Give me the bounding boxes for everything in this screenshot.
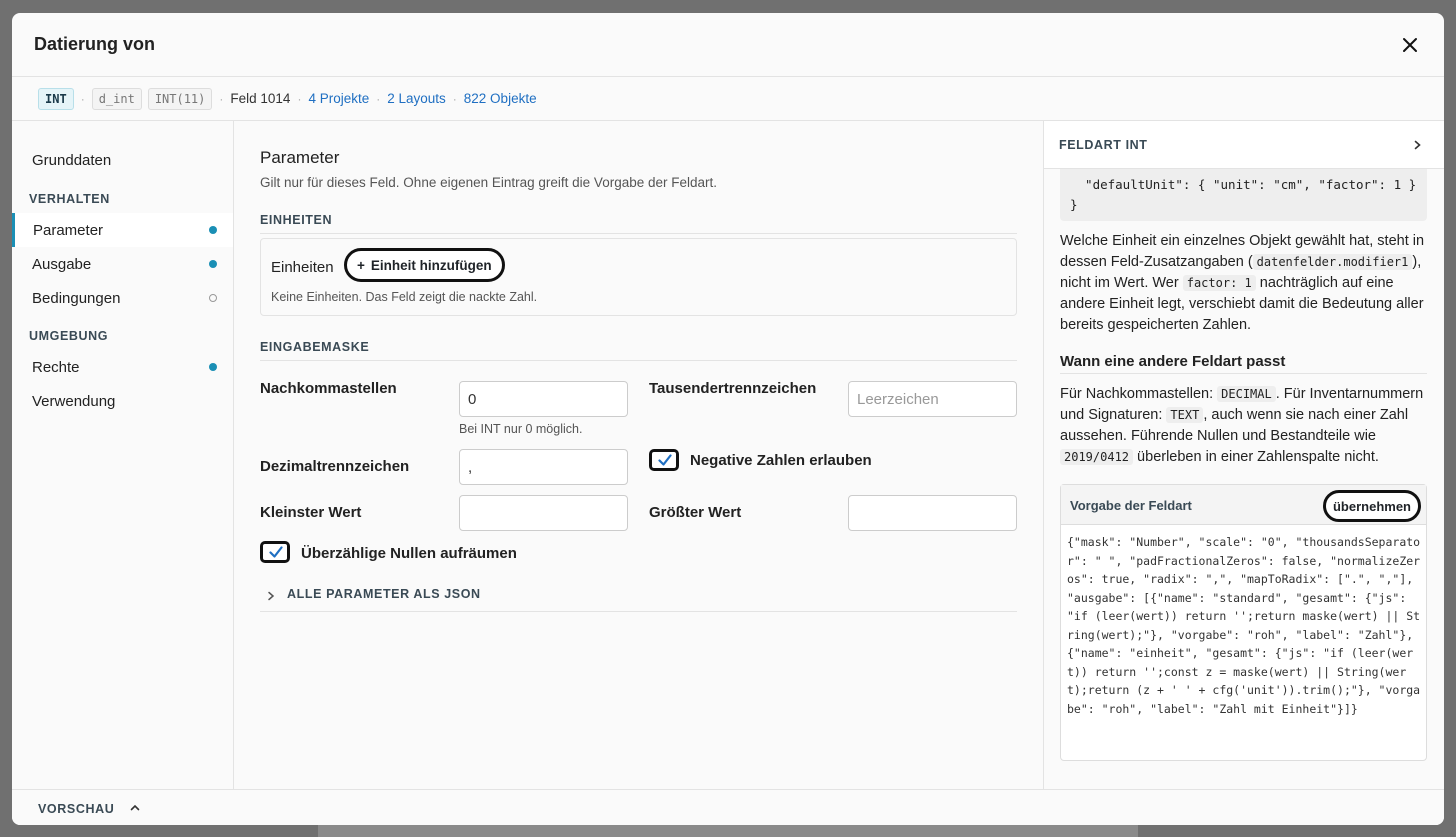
chevron-right-icon: [268, 591, 275, 601]
separator: ·: [452, 91, 457, 106]
units-empty-text: Keine Einheiten. Das Feld zeigt die nack…: [271, 290, 538, 304]
code-fragment: "defaultUnit": { "unit": "cm", "factor":…: [1060, 169, 1427, 221]
preview-footer: VORSCHAU: [12, 789, 1444, 825]
sidebar-item-label: Grunddaten: [32, 151, 112, 169]
field-id: Feld 1014: [230, 91, 291, 106]
sidebar-item-ausgabe[interactable]: Ausgabe: [12, 247, 233, 281]
page-title: Parameter: [260, 148, 340, 167]
mask-section-label: EINGABEMASKE: [260, 340, 370, 354]
parameter-panel: Parameter Gilt nur für dieses Feld. Ohne…: [234, 121, 1044, 789]
kleinster-label: Kleinster Wert: [260, 504, 362, 521]
dialog-title: Datierung von: [34, 34, 156, 54]
sidebar-section-verhalten: VERHALTEN: [29, 192, 110, 206]
preview-toggle[interactable]: VORSCHAU: [38, 802, 114, 816]
other-type-heading: Wann eine andere Feldart passt: [1060, 353, 1286, 370]
sidebar-item-label: Ausgabe: [32, 255, 92, 273]
divider: [260, 233, 1017, 234]
text: Für Nachkommastellen:: [1060, 386, 1218, 402]
sidebar-item-label: Bedingungen: [32, 289, 121, 307]
negative-checkbox[interactable]: [649, 449, 679, 471]
sidebar-item-label: Parameter: [33, 221, 104, 239]
separator: ·: [297, 91, 302, 106]
status-dot: [209, 260, 217, 268]
objects-link[interactable]: 822 Objekte: [464, 91, 537, 106]
other-type-paragraph: Für Nachkommastellen: DECIMAL. Für Inven…: [1060, 384, 1430, 468]
feldart-default-box: Vorgabe der Feldart übernehmen {"mask": …: [1060, 484, 1427, 761]
units-label: Einheiten: [271, 259, 334, 276]
page-subtitle: Gilt nur für dieses Feld. Ohne eigenen E…: [260, 175, 718, 190]
inline-code: datenfelder.modifier1: [1252, 254, 1413, 270]
groesster-input[interactable]: [848, 495, 1017, 531]
units-section-label: EINHEITEN: [260, 213, 333, 227]
default-box-title: Vorgabe der Feldart: [1070, 498, 1192, 513]
chevron-up-icon[interactable]: [130, 803, 140, 812]
default-box-header: Vorgabe der Feldart übernehmen: [1061, 485, 1426, 525]
tausender-label: Tausendertrennzeichen: [649, 380, 817, 397]
feldart-title: FELDART INT: [1059, 138, 1148, 152]
feldart-panel: FELDART INT "defaultUnit": { "unit": "cm…: [1044, 121, 1444, 789]
sidebar-item-label: Rechte: [32, 358, 80, 376]
close-button[interactable]: [1398, 33, 1422, 57]
add-unit-button[interactable]: + Einheit hinzufügen: [344, 248, 505, 282]
separator: ·: [376, 91, 381, 106]
close-icon: [1403, 38, 1417, 52]
text: überleben in einer Zahlenspalte nicht.: [1133, 449, 1379, 465]
divider: [260, 360, 1017, 361]
kleinster-input[interactable]: [459, 495, 628, 531]
separator: ·: [80, 91, 85, 106]
add-unit-label: Einheit hinzufügen: [370, 257, 492, 273]
inline-code: TEXT: [1166, 407, 1204, 423]
dezimal-label: Dezimaltrennzeichen: [260, 458, 410, 475]
sql-type-chip: INT(11): [147, 87, 213, 110]
feldart-header: FELDART INT: [1044, 121, 1444, 169]
type-chip: INT: [38, 87, 74, 110]
sidebar-nav: Grunddaten VERHALTEN Parameter Ausgabe B…: [12, 121, 234, 789]
field-dialog: Datierung von INT · d_int INT(11) · Feld…: [12, 13, 1444, 825]
nullen-label: Überzählige Nullen aufräumen: [301, 545, 517, 562]
sidebar-item-label: Verwendung: [32, 392, 116, 410]
nachkommastellen-label: Nachkommastellen: [260, 380, 397, 397]
projects-link[interactable]: 4 Projekte: [308, 91, 369, 106]
units-box: Einheiten + Einheit hinzufügen Keine Ein…: [260, 238, 1017, 316]
field-name-chip: d_int: [91, 87, 142, 110]
groesster-label: Größter Wert: [649, 504, 742, 521]
nachkommastellen-input[interactable]: 0: [459, 381, 628, 417]
inline-code: 2019/0412: [1060, 449, 1134, 465]
status-dot-empty: [209, 294, 217, 302]
plus-icon: +: [357, 257, 365, 273]
json-params-toggle[interactable]: ALLE PARAMETER ALS JSON: [260, 586, 1017, 612]
unit-info-paragraph: Welche Einheit ein einzelnes Objekt gewä…: [1060, 231, 1430, 336]
inline-code: factor: 1: [1182, 275, 1256, 291]
sidebar-section-umgebung: UMGEBUNG: [29, 329, 109, 343]
sidebar-item-grunddaten[interactable]: Grunddaten: [12, 143, 233, 177]
json-toggle-label: ALLE PARAMETER ALS JSON: [287, 587, 481, 601]
sidebar-item-bedingungen[interactable]: Bedingungen: [12, 281, 233, 315]
field-meta-bar: INT · d_int INT(11) · Feld 1014 · 4 Proj…: [12, 77, 1444, 121]
sidebar-item-verwendung[interactable]: Verwendung: [12, 384, 233, 418]
nachkommastellen-hint: Bei INT nur 0 möglich.: [459, 422, 583, 436]
tausender-input[interactable]: Leerzeichen: [848, 381, 1017, 417]
dezimal-input[interactable]: ,: [459, 449, 628, 485]
default-json-code: {"mask": "Number", "scale": "0", "thousa…: [1067, 535, 1421, 716]
apply-default-button[interactable]: übernehmen: [1322, 490, 1421, 522]
sidebar-item-parameter[interactable]: Parameter: [12, 213, 233, 247]
chevron-right-icon[interactable]: [1413, 140, 1422, 150]
sidebar-item-rechte[interactable]: Rechte: [12, 350, 233, 384]
negative-label: Negative Zahlen erlauben: [690, 452, 872, 469]
check-icon: [658, 454, 672, 466]
layouts-link[interactable]: 2 Layouts: [387, 91, 446, 106]
check-icon: [269, 546, 283, 558]
dialog-header: Datierung von: [12, 13, 1444, 77]
nullen-checkbox[interactable]: [260, 541, 290, 563]
status-dot: [209, 363, 217, 371]
divider: [1060, 373, 1427, 374]
status-dot: [209, 226, 217, 234]
inline-code: DECIMAL: [1217, 386, 1276, 402]
separator: ·: [219, 91, 224, 106]
